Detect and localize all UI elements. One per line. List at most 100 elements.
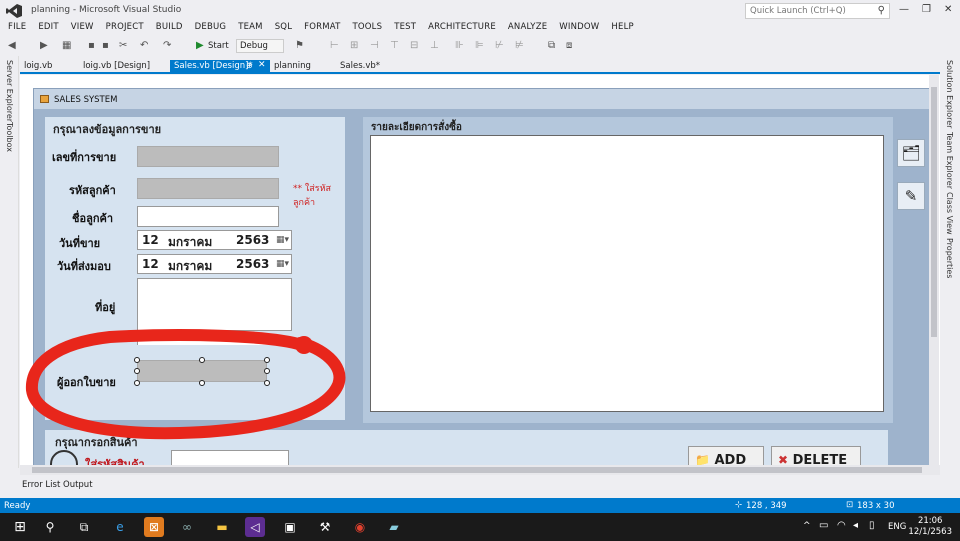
- menu-item-architecture[interactable]: ARCHITECTURE: [428, 22, 496, 32]
- forward-icon[interactable]: ▶: [40, 40, 48, 51]
- save-icon[interactable]: ▪: [88, 40, 95, 51]
- menu-item-file[interactable]: FILE: [8, 22, 26, 32]
- menu-item-test[interactable]: TEST: [394, 22, 416, 32]
- close-button[interactable]: ✕: [944, 4, 952, 15]
- pin-icon[interactable]: ⊕: [246, 61, 253, 70]
- bottom-panel-tabs: Error List Output: [20, 479, 940, 493]
- volume-icon[interactable]: ◂: [853, 520, 858, 531]
- align-top-icon[interactable]: ⊤: [390, 40, 399, 51]
- menu-item-project[interactable]: PROJECT: [106, 22, 144, 32]
- server-explorer-tab[interactable]: Server Explorer: [5, 60, 14, 122]
- spacing4-icon[interactable]: ⊭: [515, 40, 524, 51]
- menu-item-build[interactable]: BUILD: [156, 22, 183, 32]
- red-annotation-circle: [25, 329, 346, 440]
- start-button[interactable]: Start: [208, 41, 229, 51]
- new-project-icon[interactable]: ▦: [62, 40, 71, 51]
- size-icon: ⊡: [846, 500, 854, 510]
- quick-launch-input[interactable]: Quick Launch (Ctrl+Q) ⚲: [745, 3, 890, 19]
- tools-icon[interactable]: ⚒: [315, 517, 335, 537]
- team-explorer-tab[interactable]: Team Explorer: [945, 132, 954, 189]
- language-indicator[interactable]: ENG: [888, 522, 906, 532]
- tab-sales-design[interactable]: Sales.vb [Design]* ⊕ ✕: [170, 60, 270, 74]
- properties-tab[interactable]: Properties: [945, 238, 954, 278]
- align-bottom-icon[interactable]: ⊥: [430, 40, 439, 51]
- config-value: Debug: [240, 41, 268, 51]
- cut-icon[interactable]: ✂: [119, 40, 127, 51]
- align-middle-icon[interactable]: ⊟: [410, 40, 418, 51]
- document-tab-bar: loig.vb loig.vb [Design] Sales.vb [Desig…: [20, 59, 940, 74]
- tab-sales-vb[interactable]: Sales.vb*: [336, 60, 384, 74]
- config-dropdown[interactable]: Debug: [236, 39, 284, 53]
- horizontal-scroll-thumb[interactable]: [32, 467, 922, 473]
- undo-icon[interactable]: ↶: [140, 40, 148, 51]
- output-tab[interactable]: Output: [63, 480, 93, 490]
- tab-loig-vb[interactable]: loig.vb: [20, 60, 56, 74]
- horizontal-scrollbar[interactable]: [20, 465, 940, 475]
- toolbox-tab[interactable]: Toolbox: [5, 122, 14, 152]
- visual-studio-icon[interactable]: ◁: [245, 517, 265, 537]
- search-icon: ⚲: [877, 5, 885, 16]
- class-view-tab[interactable]: Class View: [945, 192, 954, 235]
- edge-icon[interactable]: e: [110, 517, 130, 537]
- menu-item-format[interactable]: FORMAT: [304, 22, 340, 32]
- position-icon: ⊹: [735, 500, 743, 510]
- menu-item-edit[interactable]: EDIT: [38, 22, 58, 32]
- menu-item-sql[interactable]: SQL: [275, 22, 292, 32]
- spacing3-icon[interactable]: ⊬: [495, 40, 504, 51]
- task-view-icon[interactable]: ⧉: [74, 517, 94, 537]
- status-text: Ready: [4, 501, 31, 511]
- save-all-icon[interactable]: ▪: [102, 40, 109, 51]
- status-size: 183 x 30: [857, 501, 895, 511]
- left-tool-strip: Server Explorer Toolbox: [0, 56, 19, 468]
- file-explorer-icon[interactable]: ▬: [212, 517, 232, 537]
- xampp-icon[interactable]: ⊠: [144, 517, 164, 537]
- menu-item-window[interactable]: WINDOW: [559, 22, 599, 32]
- spacing2-icon[interactable]: ⊫: [475, 40, 484, 51]
- menu-item-help[interactable]: HELP: [611, 22, 633, 32]
- tab-sales-design-label: Sales.vb [Design]*: [174, 61, 253, 71]
- tray-chevron-icon[interactable]: ^: [803, 521, 811, 531]
- toolbar: ◀ ▶ ▦ ▪ ▪ ✂ ↶ ↷ ▶ Start Debug ⚑ ⊢ ⊞ ⊣ ⊤ …: [0, 37, 960, 55]
- back-icon[interactable]: ◀: [8, 40, 16, 51]
- menu-bar: FILE EDIT VIEW PROJECT BUILD DEBUG TEAM SQL FORM…: [0, 22, 960, 36]
- align-left-icon[interactable]: ⊢: [330, 40, 339, 51]
- menu-item-debug[interactable]: DEBUG: [195, 22, 227, 32]
- send-back-icon[interactable]: ⧈: [566, 40, 572, 51]
- chrome-icon[interactable]: ◉: [350, 517, 370, 537]
- status-bar: Ready ⊹ 128 , 349 ⊡ 183 x 30: [0, 498, 960, 513]
- wifi-icon[interactable]: ◠: [837, 520, 846, 531]
- align-center-icon[interactable]: ⊞: [350, 40, 358, 51]
- close-tab-icon[interactable]: ✕: [258, 60, 266, 70]
- tab-loig-design[interactable]: loig.vb [Design]: [79, 60, 154, 74]
- window-title: planning - Microsoft Visual Studio: [31, 5, 182, 15]
- vertical-scroll-thumb[interactable]: [931, 87, 937, 337]
- clock-date: 12/1/2563: [908, 527, 952, 537]
- bring-front-icon[interactable]: ⧉: [548, 40, 555, 51]
- tab-planning[interactable]: planning: [270, 60, 315, 74]
- start-icon[interactable]: ▶: [196, 40, 204, 51]
- solution-explorer-tab[interactable]: Solution Explorer: [945, 60, 954, 128]
- menu-item-analyze[interactable]: ANALYZE: [508, 22, 547, 32]
- store-icon[interactable]: ▣: [280, 517, 300, 537]
- menu-item-view[interactable]: VIEW: [71, 22, 94, 32]
- spacing-icon[interactable]: ⊪: [455, 40, 464, 51]
- minimize-button[interactable]: —: [899, 4, 909, 15]
- search-icon[interactable]: ⚲: [40, 517, 60, 537]
- vertical-scrollbar[interactable]: [929, 75, 939, 465]
- menu-item-team[interactable]: TEAM: [238, 22, 263, 32]
- title-bar: planning - Microsoft Visual Studio Quick…: [0, 0, 960, 22]
- network-icon[interactable]: ▭: [819, 520, 828, 531]
- maximize-button[interactable]: ❐: [922, 4, 931, 15]
- error-list-tab[interactable]: Error List: [22, 480, 60, 490]
- find-icon[interactable]: ⚑: [295, 40, 304, 51]
- taskbar-clock[interactable]: 21:06 12/1/2563: [908, 516, 952, 538]
- app-icon[interactable]: ▰: [384, 517, 404, 537]
- menu-item-tools[interactable]: TOOLS: [353, 22, 383, 32]
- align-right-icon[interactable]: ⊣: [370, 40, 379, 51]
- redo-icon[interactable]: ↷: [163, 40, 171, 51]
- clock-time: 21:06: [917, 516, 943, 526]
- link-icon[interactable]: ∞: [177, 517, 197, 537]
- quick-launch-placeholder: Quick Launch (Ctrl+Q): [750, 6, 846, 16]
- battery-icon[interactable]: ▯: [869, 520, 875, 531]
- windows-start-icon[interactable]: ⊞: [10, 517, 30, 537]
